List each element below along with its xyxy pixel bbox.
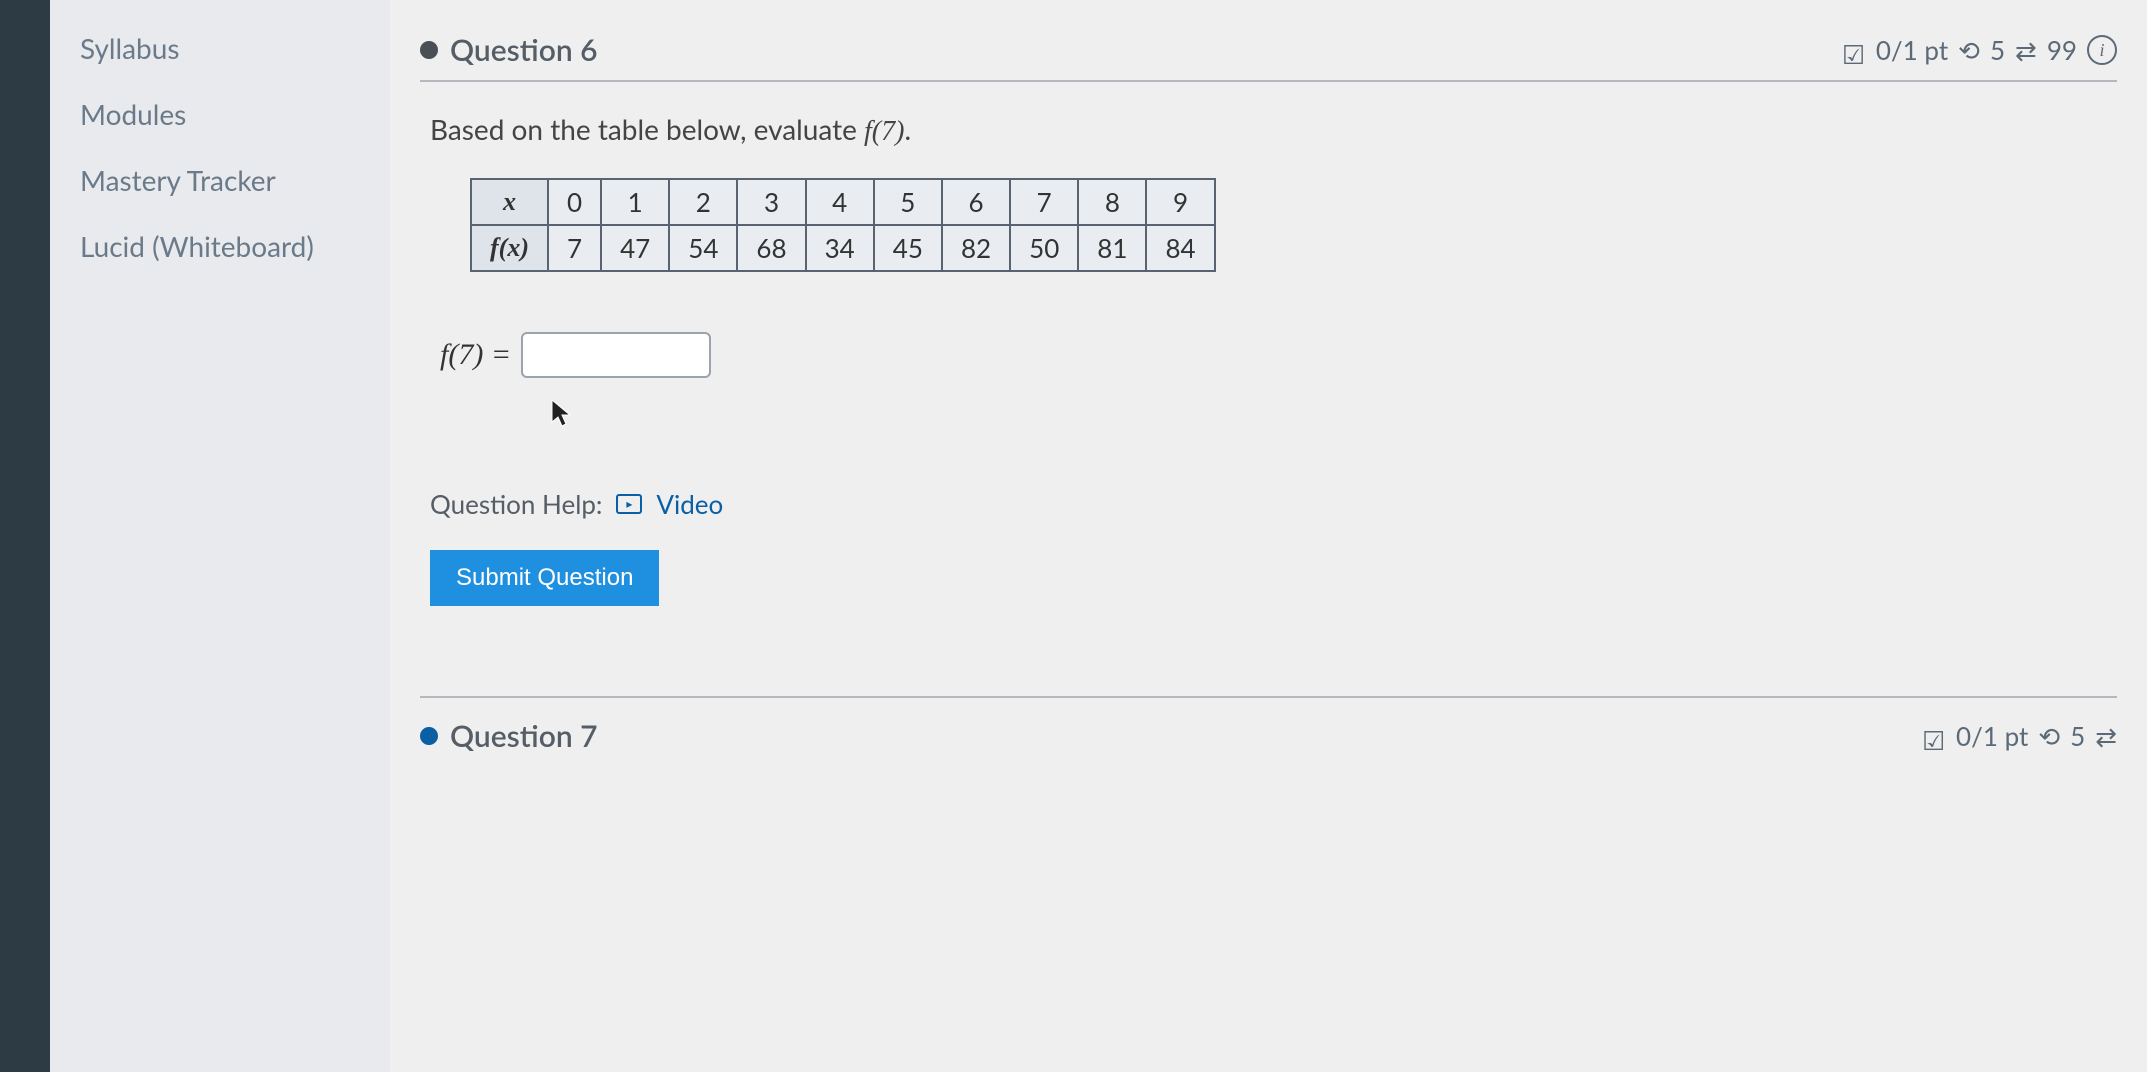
fx-cell: 82 [942, 225, 1010, 271]
fx-cell: 50 [1010, 225, 1078, 271]
prompt-suffix: . [904, 112, 911, 146]
video-icon: ▸ [616, 494, 642, 514]
fx-cell: 81 [1078, 225, 1146, 271]
x-cell: 5 [874, 179, 942, 225]
function-table: x 0 1 2 3 4 5 6 7 8 9 f(x) 7 47 54 [470, 178, 1216, 272]
x-cell: 7 [1010, 179, 1078, 225]
x-cell: 6 [942, 179, 1010, 225]
course-sidebar: Syllabus Modules Mastery Tracker Lucid (… [50, 0, 390, 1072]
points-label: 0/1 pt [1956, 720, 2028, 752]
attempts-value: 5 [2070, 720, 2085, 752]
sidebar-item-syllabus[interactable]: Syllabus [80, 15, 360, 81]
cursor-icon [550, 398, 574, 430]
question-prompt: Based on the table below, evaluate f(7). [430, 112, 2107, 148]
sidebar-item-modules[interactable]: Modules [80, 81, 360, 147]
x-cell: 4 [806, 179, 874, 225]
sidebar-item-lucid-whiteboard[interactable]: Lucid (Whiteboard) [80, 213, 360, 279]
question-title: Question 6 [450, 32, 598, 68]
table-row-fx: f(x) 7 47 54 68 34 45 82 50 81 84 [471, 225, 1215, 271]
global-nav-rail [0, 0, 50, 1072]
question-help-row: Question Help: ▸ Video [430, 488, 2107, 520]
cycle-icon: ⇄ [2095, 720, 2117, 753]
attempts-value: 5 [1990, 34, 2005, 66]
submit-question-button[interactable]: Submit Question [430, 550, 659, 606]
function-table-wrap: x 0 1 2 3 4 5 6 7 8 9 f(x) 7 47 54 [470, 178, 2067, 272]
x-cell: 0 [548, 179, 601, 225]
fx-cell: 7 [548, 225, 601, 271]
fx-cell: 54 [669, 225, 737, 271]
fx-cell: 84 [1146, 225, 1214, 271]
question-meta: 0/1 pt ⟲ 5 ⇄ 99 i [1842, 34, 2117, 67]
status-dot-icon [420, 41, 438, 59]
retry-icon: ⟲ [1958, 34, 1980, 67]
x-cell: 2 [669, 179, 737, 225]
fx-cell: 47 [601, 225, 669, 271]
fx-cell: 34 [806, 225, 874, 271]
x-cell: 3 [737, 179, 805, 225]
rail-item[interactable] [0, 0, 50, 50]
sidebar-item-mastery-tracker[interactable]: Mastery Tracker [80, 147, 360, 213]
x-cell: 1 [601, 179, 669, 225]
points-label: 0/1 pt [1876, 34, 1948, 66]
prompt-text: Based on the table below, evaluate [430, 112, 864, 146]
question-7-header[interactable]: Question 7 0/1 pt ⟲ 5 ⇄ [420, 696, 2117, 764]
question-6-header[interactable]: Question 6 0/1 pt ⟲ 5 ⇄ 99 i [420, 20, 2117, 82]
checkbox-icon [1922, 724, 1946, 748]
checkbox-icon [1842, 38, 1866, 62]
answer-label: f(7) = [440, 338, 511, 372]
row-label-x: x [471, 179, 548, 225]
help-label: Question Help: [430, 488, 602, 520]
question-6-body: Based on the table below, evaluate f(7).… [420, 82, 2117, 636]
answer-input[interactable] [521, 332, 711, 378]
retry-value: 99 [2047, 34, 2077, 66]
retry-icon: ⟲ [2038, 720, 2060, 753]
cycle-icon: ⇄ [2015, 34, 2037, 67]
prompt-math: f(7) [864, 116, 904, 147]
question-meta: 0/1 pt ⟲ 5 ⇄ [1922, 720, 2117, 753]
fx-cell: 68 [737, 225, 805, 271]
question-title: Question 7 [450, 718, 598, 754]
fx-cell: 45 [874, 225, 942, 271]
status-dot-icon [420, 727, 438, 745]
x-cell: 9 [1146, 179, 1214, 225]
main-content: Question 6 0/1 pt ⟲ 5 ⇄ 99 i Based on th… [390, 0, 2147, 1072]
answer-row: f(7) = [440, 332, 2107, 378]
video-link[interactable]: Video [656, 488, 723, 520]
x-cell: 8 [1078, 179, 1146, 225]
row-label-fx: f(x) [471, 225, 548, 271]
table-row-x: x 0 1 2 3 4 5 6 7 8 9 [471, 179, 1215, 225]
info-icon[interactable]: i [2087, 35, 2117, 65]
